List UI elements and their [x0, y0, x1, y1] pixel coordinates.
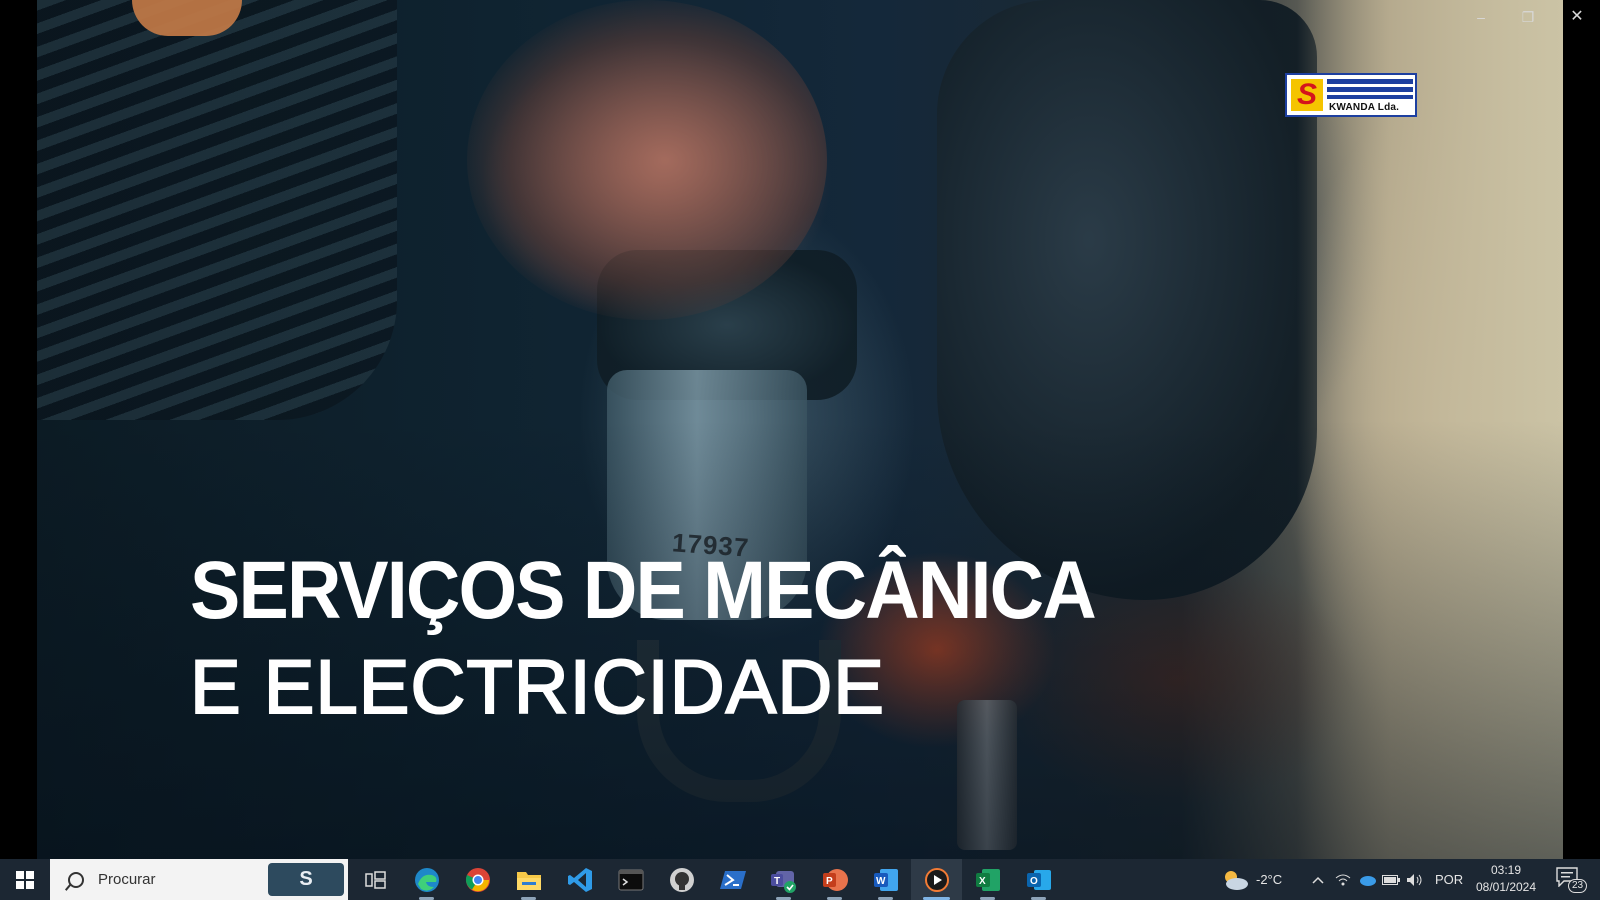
temperature: -2°C [1256, 872, 1283, 887]
logo-stripe [1327, 79, 1413, 84]
taskbar-outlook[interactable]: O [1013, 859, 1064, 900]
notification-center[interactable]: 23 [1556, 867, 1588, 893]
taskbar-word[interactable]: W [860, 859, 911, 900]
video-frame: 17937 [37, 0, 1563, 859]
taskbar-powershell[interactable] [707, 859, 758, 900]
headline-line-1: SERVIÇOS DE MECÂNICA [190, 545, 1097, 636]
taskbar-powerpoint[interactable]: P [809, 859, 860, 900]
outlook-icon: O [1026, 869, 1051, 890]
minimize-button[interactable]: – [1469, 6, 1493, 28]
chrome-icon [465, 867, 490, 892]
logo-mark: S [1291, 79, 1323, 111]
volume-icon[interactable] [1403, 873, 1427, 887]
search-placeholder: Procurar [98, 871, 156, 888]
chevron-up-icon[interactable] [1309, 876, 1327, 884]
terminal-icon [618, 869, 643, 890]
onedrive-icon[interactable] [1355, 874, 1379, 886]
taskbar-file-explorer[interactable] [503, 859, 554, 900]
engine-block [37, 0, 397, 420]
windows-logo-icon [16, 870, 34, 889]
search-icon [68, 871, 84, 888]
video-player-window[interactable]: 17937 SERVIÇOS DE MECÂNICA E ELECTRICIDA… [0, 0, 1600, 859]
kwanda-logo: S KWANDA Lda. [1285, 73, 1417, 117]
language-indicator[interactable]: POR [1435, 872, 1463, 887]
svg-text:X: X [979, 876, 986, 887]
teams-icon: T [770, 870, 796, 893]
powerpoint-icon: P [822, 868, 848, 891]
svg-text:W: W [876, 876, 886, 887]
notification-badge: 23 [1568, 879, 1588, 893]
close-button[interactable]: ✕ [1565, 6, 1589, 28]
clock-date: 08/01/2024 [1475, 880, 1537, 894]
headline-line-2: E ELECTRICIDADE [189, 645, 885, 730]
start-button[interactable] [0, 859, 50, 900]
battery-icon[interactable] [1379, 874, 1403, 885]
taskbar-task-view[interactable] [350, 859, 401, 900]
wifi-icon[interactable] [1331, 873, 1355, 887]
logo-brand: KWANDA Lda. [1329, 102, 1400, 113]
taskbar-chrome[interactable] [452, 859, 503, 900]
taskbar-github-desktop[interactable] [656, 859, 707, 900]
github-icon [669, 867, 694, 892]
powershell-icon [719, 870, 746, 889]
vscode-icon [567, 867, 592, 892]
taskbar-teams[interactable]: T [758, 859, 809, 900]
maximize-button[interactable]: ❐ [1516, 6, 1540, 28]
search-box[interactable]: Procurar S [50, 859, 348, 900]
logo-stripe [1327, 87, 1413, 92]
folder-icon [516, 871, 541, 890]
search-highlight[interactable]: S [268, 863, 344, 896]
taskbar-media-player[interactable] [911, 859, 962, 900]
svg-text:O: O [1030, 876, 1038, 887]
taskbar-edge[interactable] [401, 859, 452, 900]
edge-icon [414, 867, 439, 892]
taskbar-terminal[interactable] [605, 859, 656, 900]
clock-time: 03:19 [1490, 863, 1522, 877]
video-headline: SERVIÇOS DE MECÂNICA E ELECTRICIDADE [189, 545, 1174, 730]
task-view-icon [364, 870, 386, 889]
weather-widget[interactable]: -2°C [1220, 859, 1282, 900]
system-tray: POR [1309, 859, 1463, 900]
logo-stripe [1327, 95, 1413, 99]
word-icon: W [873, 868, 898, 891]
svg-text:P: P [826, 876, 833, 887]
media-player-icon [924, 867, 949, 892]
taskbar: Procurar S T P W X O -2°C POR 03:19 08/0… [0, 859, 1600, 900]
cloud-sun-icon [1225, 870, 1248, 890]
clock[interactable]: 03:19 08/01/2024 [1470, 862, 1542, 896]
mechanic-hand [467, 0, 827, 320]
taskbar-excel[interactable]: X [962, 859, 1013, 900]
svg-text:T: T [774, 876, 780, 887]
excel-icon: X [975, 868, 1000, 891]
taskbar-vscode[interactable] [554, 859, 605, 900]
